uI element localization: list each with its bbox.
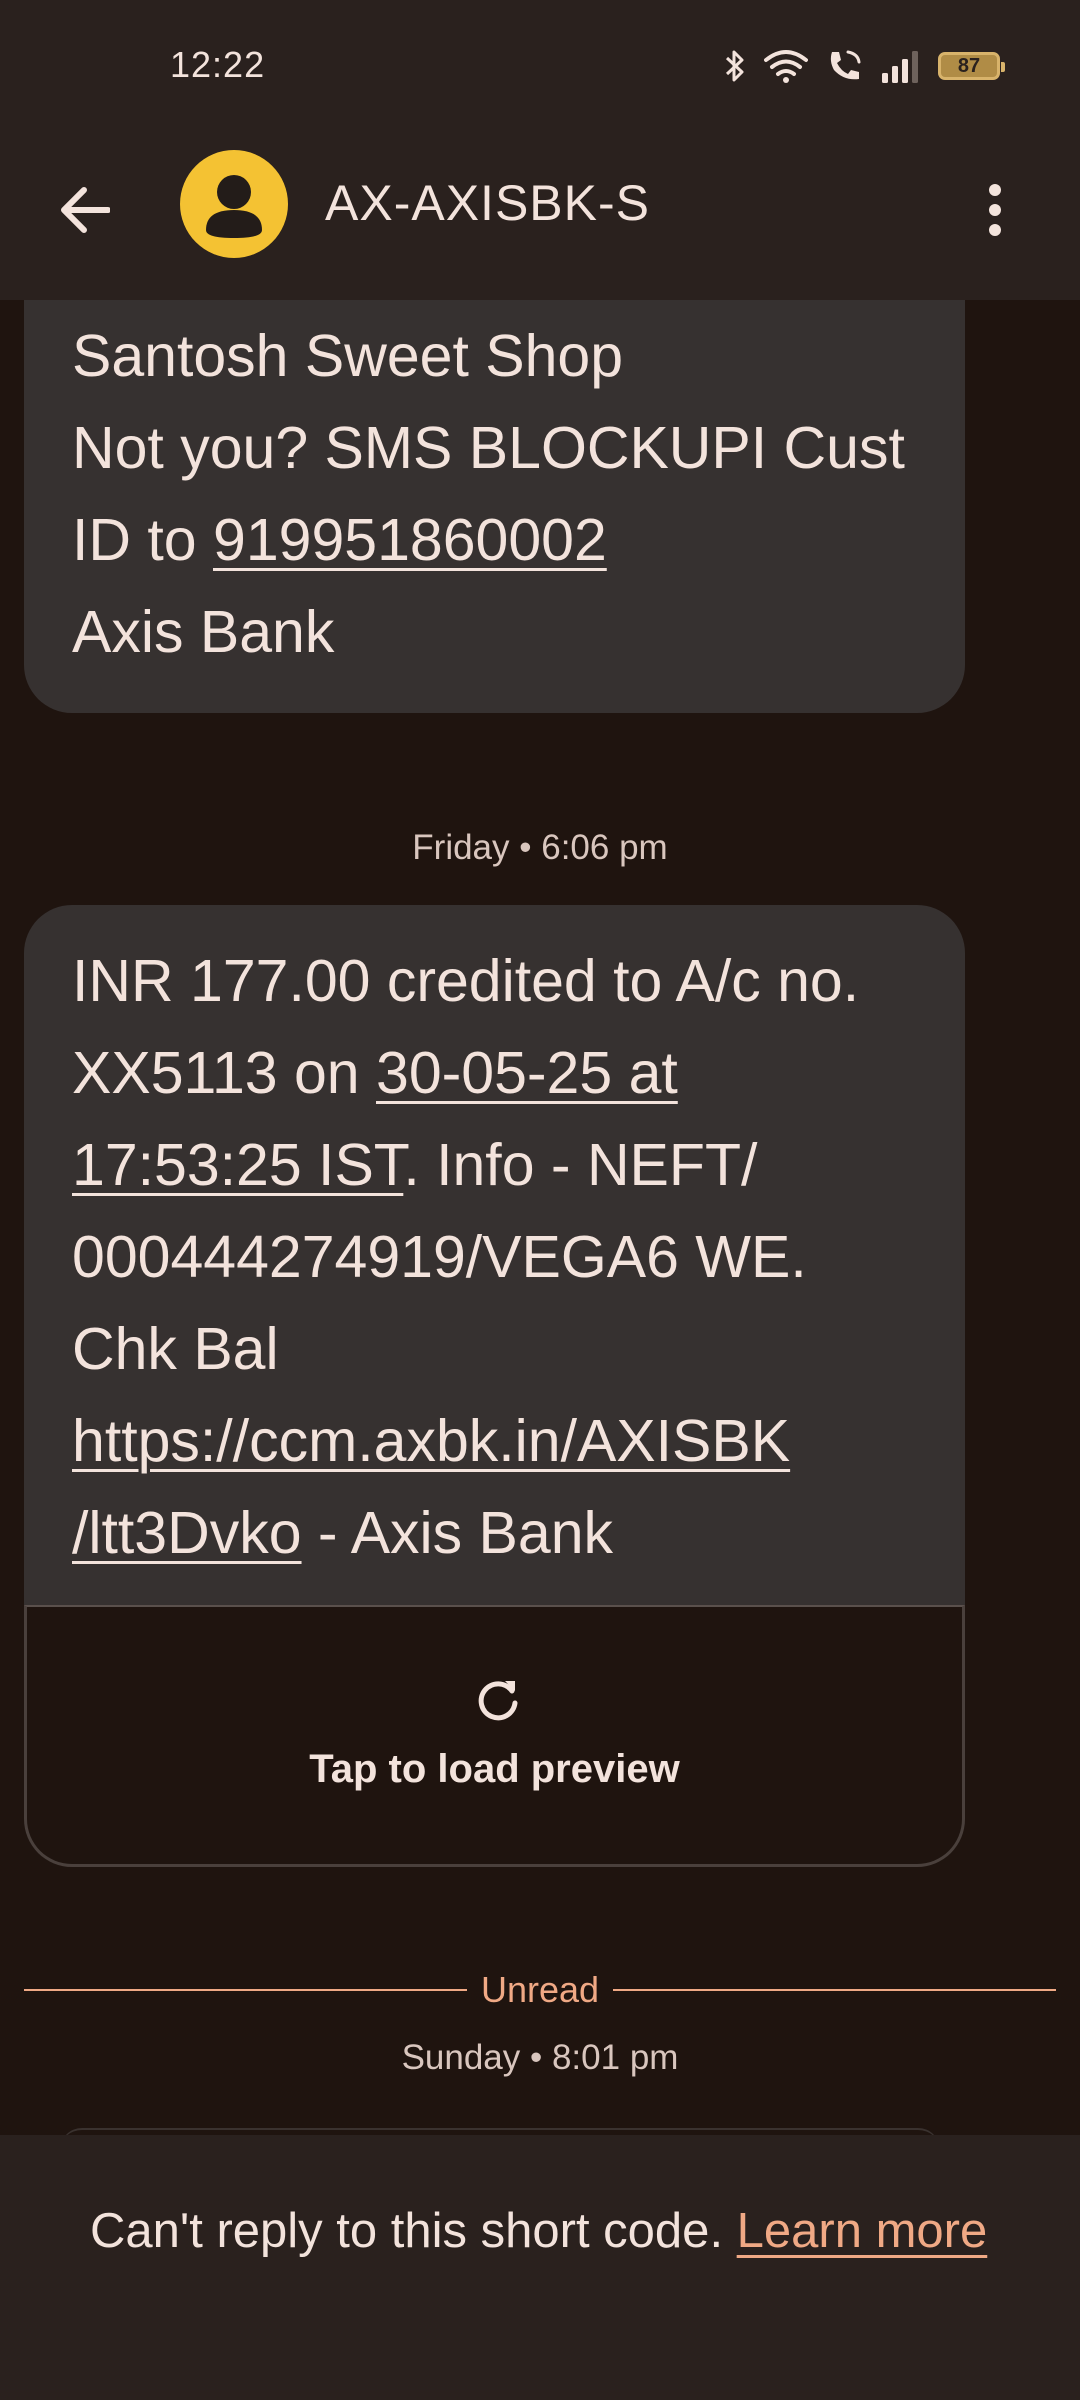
message-timestamp: Friday • 6:06 pm	[412, 828, 668, 867]
url-link[interactable]: https://ccm.axbk.in/AXISBK	[72, 1408, 790, 1474]
messages-screen: 12:22 87 AX-AXISBK-S Santosh Sweet Shop …	[0, 0, 1080, 2400]
bluetooth-icon	[725, 50, 744, 82]
refresh-icon	[478, 1681, 518, 1721]
link-preview-card[interactable]: Tap to load preview	[24, 1605, 965, 1867]
more-options-button[interactable]	[970, 170, 1020, 250]
more-vert-icon	[989, 184, 1001, 236]
person-icon	[206, 175, 262, 238]
message-text: ID to	[72, 507, 213, 573]
signal-icon	[882, 51, 918, 83]
status-bar: 12:22 87	[0, 0, 1080, 130]
back-button[interactable]	[50, 175, 120, 245]
status-time: 12:22	[170, 44, 266, 85]
message-bubble[interactable]: INR 177.00 credited to A/c no. XX5113 on…	[24, 905, 965, 1605]
message-line: Santosh Sweet Shop	[72, 323, 624, 389]
url-link[interactable]: /ltt3Dvko	[72, 1500, 302, 1566]
message-line: INR 177.00 credited to A/c no.	[72, 948, 860, 1014]
message-line: Not you? SMS BLOCKUPI Cust	[72, 415, 905, 481]
arrow-back-icon	[61, 187, 110, 233]
wifi-icon	[764, 50, 808, 83]
message-line: XX5113 on 30-05-25 at	[72, 1027, 917, 1119]
message-timestamp: Sunday • 8:01 pm	[401, 2038, 679, 2077]
date-link[interactable]: 30-05-25 at	[376, 1040, 678, 1106]
load-preview-label: Tap to load preview	[309, 1747, 680, 1791]
message-text: . Info - NEFT/	[403, 1132, 758, 1198]
wifi-calling-icon	[830, 50, 861, 80]
message-line: ID to 919951860002	[72, 494, 917, 586]
message-line: 000444274919/VEGA6 WE.	[72, 1224, 807, 1290]
status-icons: 87	[724, 46, 1005, 86]
app-bar: AX-AXISBK-S	[0, 130, 1080, 300]
message-line: https://ccm.axbk.in/AXISBK	[72, 1395, 917, 1487]
reply-disabled-banner: Can't reply to this short code. Learn mo…	[0, 2135, 1080, 2400]
battery-level: 87	[957, 54, 981, 77]
message-line: /ltt3Dvko - Axis Bank	[72, 1487, 917, 1579]
contact-avatar[interactable]	[180, 150, 288, 258]
message-line: Axis Bank	[72, 599, 335, 665]
battery-icon: 87	[938, 52, 1005, 80]
phone-number-link[interactable]: 919951860002	[213, 507, 607, 573]
divider-line	[613, 1989, 1057, 1991]
date-link[interactable]: 17:53:25 IST	[72, 1132, 403, 1198]
message-bubble[interactable]	[60, 2128, 940, 2135]
learn-more-link[interactable]: Learn more	[737, 2204, 988, 2258]
message-bubble[interactable]: Santosh Sweet Shop Not you? SMS BLOCKUPI…	[24, 300, 965, 713]
message-text: XX5113 on	[72, 1040, 376, 1106]
banner-text: Can't reply to this short code. Learn mo…	[90, 2195, 990, 2267]
message-line: Chk Bal	[72, 1316, 279, 1382]
unread-label: Unread	[480, 1969, 600, 2010]
contact-name[interactable]: AX-AXISBK-S	[325, 174, 650, 232]
divider-line	[24, 1989, 467, 1991]
conversation-list[interactable]: Santosh Sweet Shop Not you? SMS BLOCKUPI…	[0, 300, 1080, 2135]
message-text: - Axis Bank	[301, 1500, 614, 1566]
message-line: 17:53:25 IST. Info - NEFT/	[72, 1119, 917, 1211]
banner-message: Can't reply to this short code.	[90, 2204, 737, 2258]
unread-divider: Unread	[24, 1965, 1057, 2015]
